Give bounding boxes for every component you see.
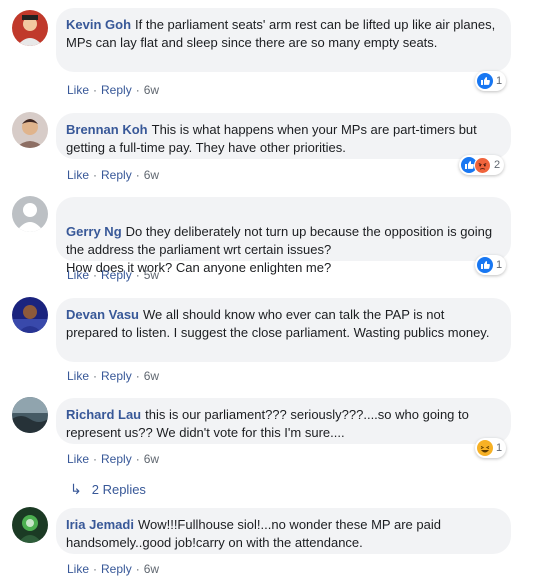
comment-timestamp[interactable]: 5w [144, 268, 159, 282]
reaction-count: 2 [494, 159, 501, 171]
comment-bubble: Devan Vasu We all should know who ever ca… [56, 298, 511, 362]
comment-timestamp[interactable]: 6w [144, 562, 159, 576]
comment-actions: Like · Reply · 6w [67, 168, 160, 182]
like-link[interactable]: Like [67, 83, 89, 97]
comment-timestamp[interactable]: 6w [144, 452, 159, 466]
comment-bubble: Gerry Ng Do they deliberately not turn up… [56, 197, 511, 275]
avatar[interactable] [12, 297, 48, 333]
reply-link[interactable]: Reply [101, 268, 132, 282]
like-link[interactable]: Like [67, 369, 89, 383]
replies-label: 2 Replies [91, 482, 146, 497]
reaction-count: 1 [496, 259, 503, 271]
comment-author[interactable]: Kevin Goh [66, 17, 131, 32]
comment-bubble: Kevin Goh If the parliament seats' arm re… [56, 8, 511, 72]
comment-author[interactable]: Richard Lau [66, 407, 141, 422]
like-link[interactable]: Like [67, 268, 89, 282]
like-link[interactable]: Like [67, 168, 89, 182]
reaction-count: 1 [496, 75, 503, 87]
comment-author[interactable]: Devan Vasu [66, 307, 139, 322]
comment-bubble: Richard Lau this is our parliament??? ser… [56, 398, 511, 444]
avatar[interactable] [12, 196, 48, 232]
like-link[interactable]: Like [67, 452, 89, 466]
comment-actions: Like · Reply · 6w [67, 452, 160, 466]
reply-link[interactable]: Reply [101, 83, 132, 97]
haha-icon [477, 440, 493, 456]
comment-timestamp[interactable]: 6w [144, 83, 159, 97]
like-icon [477, 257, 493, 273]
reaction-count: 1 [496, 442, 503, 454]
reply-link[interactable]: Reply [101, 452, 132, 466]
comment-actions: Like · Reply · 6w [67, 562, 160, 576]
comment-actions: Like · Reply · 6w [67, 369, 160, 383]
avatar[interactable] [12, 10, 48, 46]
comment-bubble: Iria Jemadi Wow!!!Fullhouse siol!...no wo… [56, 508, 511, 554]
reaction-summary[interactable]: 1 [475, 438, 507, 458]
reply-arrow-icon: ↳ [70, 481, 82, 497]
view-replies-link[interactable]: ↳ 2 Replies [70, 481, 146, 498]
comment-author[interactable]: Brennan Koh [66, 122, 148, 137]
like-link[interactable]: Like [67, 562, 89, 576]
angry-icon [474, 156, 491, 174]
comment-actions: Like · Reply · 6w [67, 83, 160, 97]
avatar[interactable] [12, 507, 48, 543]
reply-link[interactable]: Reply [101, 369, 132, 383]
comment-author[interactable]: Gerry Ng [66, 224, 122, 239]
reaction-summary[interactable]: 2 [459, 155, 505, 175]
reply-link[interactable]: Reply [101, 562, 132, 576]
avatar[interactable] [12, 112, 48, 148]
comment-timestamp[interactable]: 6w [144, 168, 159, 182]
reply-link[interactable]: Reply [101, 168, 132, 182]
reaction-summary[interactable]: 1 [475, 71, 507, 91]
reaction-summary[interactable]: 1 [475, 255, 507, 275]
comment-timestamp[interactable]: 6w [144, 369, 159, 383]
comment-actions: Like · Reply · 5w [67, 268, 160, 282]
like-icon [477, 73, 493, 89]
comment-bubble: Brennan Koh This is what happens when you… [56, 113, 511, 159]
avatar[interactable] [12, 397, 48, 433]
comment-author[interactable]: Iria Jemadi [66, 517, 134, 532]
